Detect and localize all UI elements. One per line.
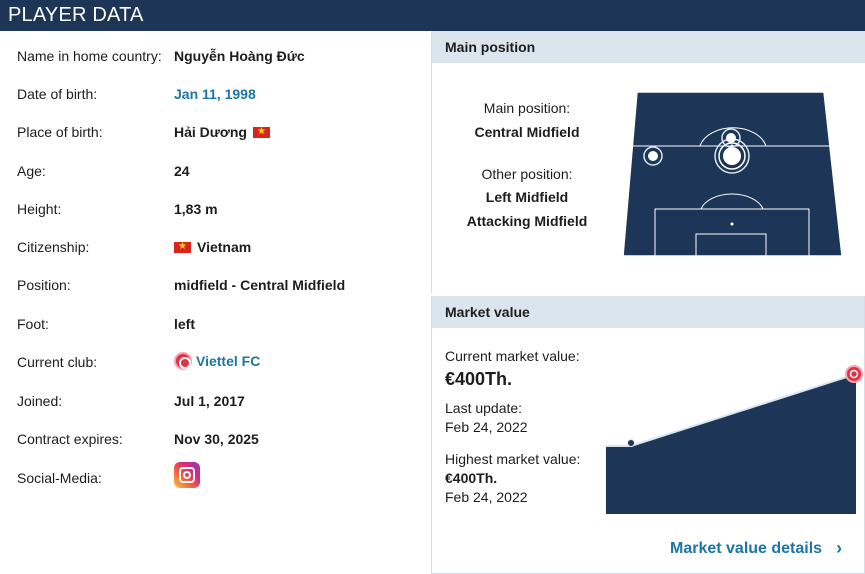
club-logo-icon[interactable]: [174, 352, 192, 370]
info-label: Joined:: [17, 393, 63, 409]
club-logo-point[interactable]: [845, 365, 863, 383]
market-value-graph: [606, 365, 863, 514]
info-row-name: Name in home country: Nguyễn Hoàng Đức: [0, 38, 431, 76]
info-row-contract: Contract expires: Nov 30, 2025: [0, 421, 431, 459]
info-value: left: [174, 316, 195, 332]
panel-title: Main position: [432, 31, 865, 63]
instagram-icon[interactable]: [174, 462, 200, 488]
section-title: PLAYER DATA: [8, 4, 144, 26]
info-label: Current club:: [17, 354, 98, 370]
info-row-club: Current club: Viettel FC: [0, 344, 431, 382]
info-row-foot: Foot: left: [0, 306, 431, 344]
info-row-social: Social-Media:: [0, 460, 431, 498]
citizenship-value: Vietnam: [197, 239, 252, 255]
club-name[interactable]: Viettel FC: [196, 353, 260, 369]
last-update-value: Feb 24, 2022: [445, 419, 528, 435]
penalty-spot: [730, 222, 734, 226]
current-club-link[interactable]: Viettel FC: [174, 352, 260, 370]
info-label: Age:: [17, 163, 46, 179]
info-label: Social-Media:: [17, 470, 102, 486]
details-link-label[interactable]: Market value details: [670, 540, 822, 558]
last-update-label: Last update:: [445, 400, 523, 416]
place-of-birth-value: Hải Dương: [174, 124, 247, 140]
info-label: Height:: [17, 201, 62, 217]
position-dot-attacking-midfield: [726, 133, 736, 143]
highest-value-label: Highest market value:: [445, 451, 581, 467]
player-data-header: PLAYER DATA: [0, 0, 865, 31]
info-row-birthplace: Place of birth: Hải Dương: [0, 114, 431, 152]
player-info-list: Name in home country: Nguyễn Hoàng Đức D…: [0, 31, 431, 574]
info-value: Nguyễn Hoàng Đức: [174, 48, 305, 64]
main-position-value: Central Midfield: [474, 124, 580, 140]
info-label: Foot:: [17, 316, 49, 332]
highest-market-value: €400Th.: [445, 470, 498, 486]
other-position-label: Other position:: [481, 166, 573, 182]
info-row-citizenship: Citizenship: Vietnam: [0, 229, 431, 267]
market-value-chart: [604, 364, 865, 521]
position-dot-left-midfield: [648, 151, 658, 161]
info-label: Contract expires:: [17, 431, 123, 447]
info-label: Date of birth:: [17, 86, 98, 102]
info-label: Position:: [17, 277, 71, 293]
info-label: Place of birth:: [17, 124, 103, 140]
market-value-panel: Market value Current market value: €400T…: [431, 296, 865, 574]
info-value-wrap: Hải Dương: [174, 124, 270, 140]
value-point[interactable]: [627, 439, 635, 447]
info-label: Name in home country:: [17, 48, 162, 64]
date-of-birth-link[interactable]: Jan 11, 1998: [174, 86, 256, 102]
info-value-wrap: Vietnam: [174, 239, 251, 255]
other-position-value: Left Midfield: [485, 189, 569, 205]
value-area: [606, 374, 856, 514]
highest-value-date: Feb 24, 2022: [445, 489, 528, 505]
chevron-right-icon[interactable]: ›: [836, 538, 842, 559]
vietnam-flag-icon: [252, 124, 270, 140]
info-value: 24: [174, 163, 190, 179]
info-row-age: Age: 24: [0, 153, 431, 191]
other-position-value: Attacking Midfield: [466, 213, 588, 229]
social-links: [174, 462, 200, 488]
info-row-joined: Joined: Jul 1, 2017: [0, 383, 431, 421]
position-pitch: [620, 90, 846, 263]
vietnam-flag-icon: [174, 239, 191, 255]
info-row-position: Position: midfield - Central Midfield: [0, 267, 431, 305]
info-value: 1,83 m: [174, 201, 218, 217]
info-row-height: Height: 1,83 m: [0, 191, 431, 229]
info-value: midfield - Central Midfield: [174, 277, 346, 293]
main-position-label: Main position:: [483, 100, 571, 116]
info-value: Nov 30, 2025: [174, 431, 259, 447]
market-value-details-link[interactable]: Market value details ›: [670, 538, 842, 559]
info-value: Jul 1, 2017: [174, 393, 245, 409]
panel-title: Market value: [432, 296, 864, 328]
current-market-value: €400Th.: [445, 369, 513, 389]
info-row-dob: Date of birth: Jan 11, 1998: [0, 76, 431, 114]
position-dot-central-midfield: [723, 147, 741, 165]
main-position-panel: Main position Main position: Central Mid…: [431, 31, 865, 293]
info-label: Citizenship:: [17, 239, 90, 255]
pitch-diagram: [622, 91, 843, 257]
current-value-label: Current market value:: [445, 348, 580, 364]
